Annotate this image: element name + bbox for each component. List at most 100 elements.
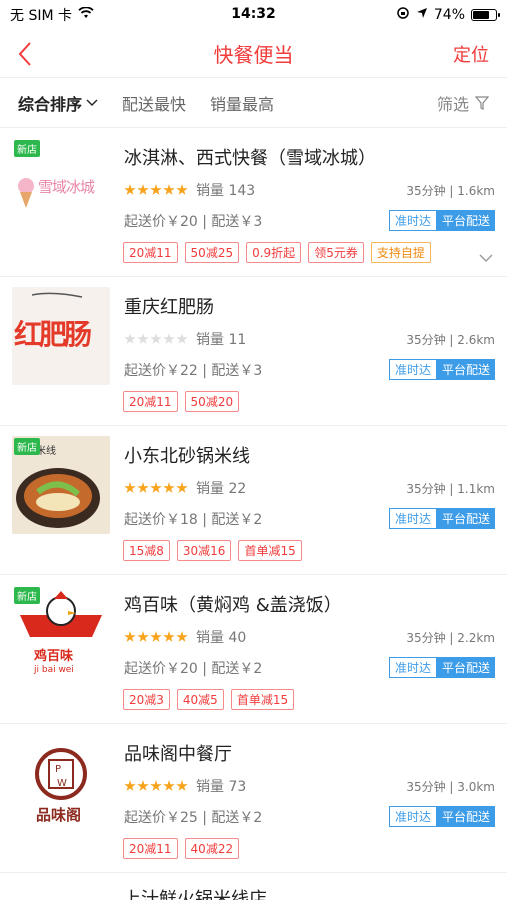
delivery-time-distance: 35分钟 | 2.6km — [406, 332, 495, 347]
star-icon — [124, 482, 136, 493]
store-list: 新店 雪域冰城 冰淇淋、西式快餐（雪域冰城） 销量 143 35分钟 | 1.6… — [0, 128, 507, 900]
star-icon — [163, 631, 175, 642]
rating-stars — [124, 333, 188, 345]
store-name: 鸡百味（黄焖鸡 &盖浇饭） — [124, 595, 342, 616]
promo-list: 20减11 40减22 — [123, 838, 240, 859]
pickup-tag: 支持自提 — [370, 242, 431, 263]
new-store-badge: 新店 — [14, 438, 40, 455]
filter-funnel-icon — [475, 95, 489, 110]
store-card[interactable]: 新店 砂锅米线 小东北砂锅米线 销量 22 35分钟 | 1.1km 起送价￥1… — [0, 426, 507, 575]
on-time-tag: 准时达 — [388, 657, 437, 678]
svg-text:W: W — [57, 778, 67, 789]
sort-default-label: 综合排序 — [18, 94, 83, 114]
star-icon — [176, 333, 188, 344]
delivery-time-distance: 35分钟 | 2.2km — [406, 630, 495, 645]
promo-tag: 首单减15 — [238, 540, 302, 561]
store-logo: P W 品味阁 — [12, 734, 110, 832]
store-name: 重庆红肥肠 — [124, 297, 214, 318]
store-logo: 新店 鸡百味 ji bai wei — [12, 585, 110, 683]
platform-delivery-tag: 平台配送 — [436, 657, 495, 678]
store-card[interactable]: 新店 鸡百味 ji bai wei 鸡百味（黄焖鸡 &盖浇饭） 销量 40 35… — [0, 575, 507, 724]
platform-delivery-tag: 平台配送 — [436, 210, 495, 231]
promo-tag: 20减11 — [123, 391, 178, 412]
status-time: 14:32 — [231, 6, 276, 22]
promo-tag: 20减11 — [123, 242, 178, 263]
new-store-badge: 新店 — [14, 140, 40, 157]
platform-delivery-tag: 平台配送 — [436, 359, 495, 380]
store-name: 品味阁中餐厅 — [124, 744, 232, 765]
sort-default[interactable]: 综合排序 — [18, 91, 98, 115]
store-name: 上汁鲜火锅米线店 — [123, 889, 267, 900]
min-price-delivery-fee: 起送价￥20 | 配送￥2 — [124, 660, 263, 677]
promo-list: 20减3 40减5 首单减15 — [123, 689, 295, 710]
rating-stars — [124, 482, 188, 494]
star-icon — [163, 184, 175, 195]
promo-tag: 50减25 — [184, 242, 240, 263]
promo-tag: 30减16 — [176, 540, 232, 561]
promo-tag: 0.9折起 — [246, 242, 302, 263]
logo-text: 雪域冰城 — [38, 178, 95, 196]
promo-tag: 40减22 — [184, 838, 240, 859]
star-icon — [150, 482, 162, 493]
store-logo: 新店 雪域冰城 — [12, 138, 110, 236]
store-name: 小东北砂锅米线 — [124, 446, 250, 467]
sort-fastest[interactable]: 配送最快 — [122, 91, 186, 115]
rating-stars — [124, 780, 188, 792]
sort-top-sales[interactable]: 销量最高 — [210, 91, 274, 115]
on-time-tag: 准时达 — [388, 508, 437, 529]
rating-stars — [124, 631, 188, 643]
store-card[interactable]: 新店 雪域冰城 冰淇淋、西式快餐（雪域冰城） 销量 143 35分钟 | 1.6… — [0, 128, 507, 277]
star-icon — [150, 333, 162, 344]
store-card[interactable]: P W 品味阁 品味阁中餐厅 销量 73 35分钟 | 3.0km 起送价￥25… — [0, 724, 507, 873]
star-icon — [137, 482, 149, 493]
store-card[interactable]: 红肥肠 重庆红肥肠 销量 11 35分钟 | 2.6km 起送价￥22 | 配送… — [0, 277, 507, 426]
delivery-time-distance: 35分钟 | 3.0km — [406, 779, 495, 794]
delivery-time-distance: 35分钟 | 1.1km — [406, 481, 495, 496]
star-icon — [176, 482, 188, 493]
expand-chevron-icon[interactable] — [479, 248, 493, 267]
min-price-delivery-fee: 起送价￥18 | 配送￥2 — [124, 511, 263, 528]
status-bar: 无 SIM 卡 14:32 74% — [0, 0, 507, 30]
platform-delivery-tag: 平台配送 — [436, 806, 495, 827]
battery-icon — [471, 9, 500, 21]
sales-count: 销量 143 — [196, 183, 256, 199]
store-name: 冰淇淋、西式快餐（雪域冰城） — [124, 148, 376, 169]
star-icon — [137, 184, 149, 195]
location-button[interactable]: 定位 — [453, 41, 489, 67]
battery-percent: 74% — [433, 7, 465, 23]
store-card-partial[interactable]: 上汁鲜火锅米线店 — [0, 873, 507, 900]
star-icon — [124, 631, 136, 642]
chevron-down-icon — [86, 99, 98, 106]
sales-count: 销量 73 — [196, 779, 247, 795]
star-icon — [163, 482, 175, 493]
logo-text: 品味阁 — [36, 806, 82, 824]
promo-list: 20减11 50减25 0.9折起 领5元券 支持自提 — [123, 242, 431, 263]
promo-tag: 50减20 — [184, 391, 240, 412]
star-icon — [150, 780, 162, 791]
carrier-label: 无 SIM 卡 — [10, 8, 72, 24]
on-time-tag: 准时达 — [388, 210, 437, 231]
star-icon — [124, 780, 136, 791]
promo-tag: 首单减15 — [230, 689, 295, 710]
star-icon — [137, 631, 149, 642]
min-price-delivery-fee: 起送价￥25 | 配送￥2 — [124, 809, 263, 826]
promo-tag: 20减3 — [123, 689, 170, 710]
nav-bar: 快餐便当 定位 — [0, 30, 507, 78]
promo-tag: 40减5 — [176, 689, 224, 710]
sales-count: 销量 40 — [196, 630, 247, 646]
on-time-tag: 准时达 — [388, 806, 437, 827]
platform-delivery-tag: 平台配送 — [436, 508, 495, 529]
star-icon — [124, 184, 136, 195]
sales-count: 销量 22 — [196, 481, 247, 497]
star-icon — [150, 184, 162, 195]
sort-bar: 综合排序 配送最快 销量最高 筛选 — [0, 78, 507, 128]
svg-text:P: P — [55, 764, 61, 775]
star-icon — [137, 333, 149, 344]
delivery-time-distance: 35分钟 | 1.6km — [406, 183, 495, 198]
filter-button[interactable]: 筛选 — [437, 91, 489, 115]
orientation-lock-icon — [396, 6, 410, 24]
sales-count: 销量 11 — [196, 332, 247, 348]
star-icon — [163, 333, 175, 344]
on-time-tag: 准时达 — [388, 359, 437, 380]
back-chevron-icon[interactable] — [18, 39, 40, 69]
